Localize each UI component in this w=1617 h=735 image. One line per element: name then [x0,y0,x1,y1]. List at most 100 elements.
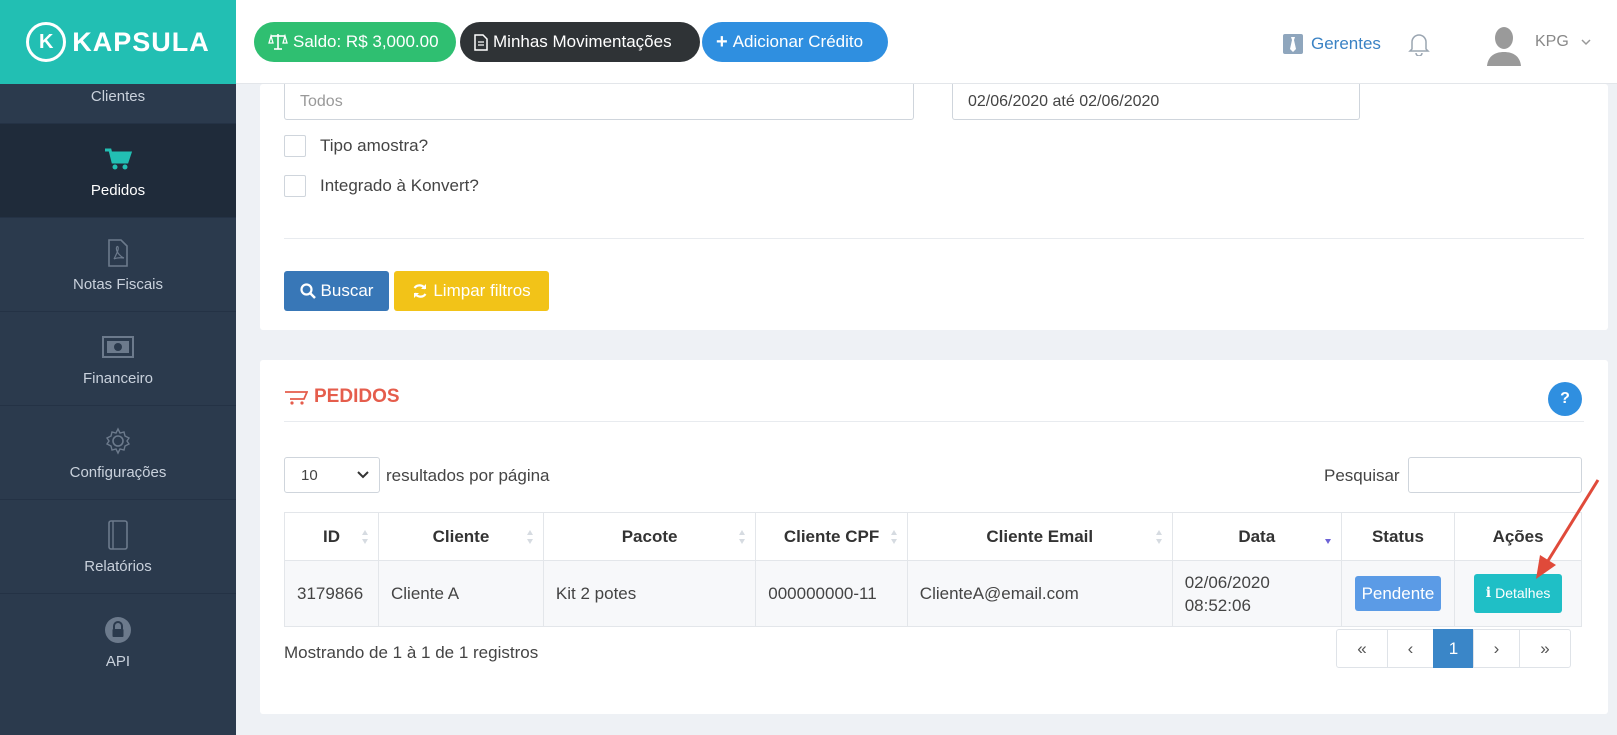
cell-data-time: 08:52:06 [1184,595,1251,615]
sidebar-item-label: Relatórios [84,558,152,575]
chevron-down-icon [1581,39,1591,46]
notebook-icon [107,518,129,552]
status-filter-input[interactable]: Todos [284,84,914,120]
pager-last-button[interactable]: » [1519,629,1571,668]
table-row[interactable]: 3179866 Cliente A Kit 2 potes 000000000-… [284,560,1582,627]
cell-email: ClienteA@email.com [906,560,1173,627]
pagination: « ‹ 1 › » [1336,629,1571,668]
column-label: ID [323,526,340,546]
brand-mark: K [26,22,67,62]
pager-page-button[interactable]: 1 [1433,629,1474,668]
sort-icon [890,530,897,544]
pager-first-button[interactable]: « [1336,629,1388,668]
saldo-label: Saldo: R$ 3,000.00 [293,32,439,51]
pdf-file-icon [107,236,129,270]
user-menu[interactable]: KPG [1535,33,1591,51]
column-header-cpf[interactable]: Cliente CPF [755,512,908,561]
detalhes-label: Detalhes [1495,585,1551,601]
sidebar-item-relatorios[interactable]: Relatórios [0,500,236,594]
filters-panel: Todos 02/06/2020 até 02/06/2020 Tipo amo… [260,84,1608,330]
page-size-select[interactable]: 10 [284,457,380,493]
column-label: Cliente Email [986,526,1094,546]
orders-table: ID Cliente Pacote Cliente CPF Cliente Em… [284,512,1582,627]
table-header-row: ID Cliente Pacote Cliente CPF Cliente Em… [284,512,1582,561]
avatar[interactable] [1486,24,1522,71]
pager-prev-button[interactable]: ‹ [1387,629,1434,668]
movimentacoes-button[interactable]: Minhas Movimentações [460,22,700,62]
top-bar: Saldo: R$ 3,000.00 Minhas Movimentações … [236,0,1617,84]
sort-desc-icon [1324,539,1331,544]
cell-pacote: Kit 2 potes [542,560,757,627]
sidebar-item-label: Configurações [69,464,167,481]
brand-logo[interactable]: K KAPSULA [0,0,236,84]
konvert-checkbox[interactable] [284,175,306,197]
bell-icon[interactable] [1408,32,1430,61]
adicionar-label: Adicionar Crédito [732,32,864,51]
sidebar-item-label: Pedidos [90,182,146,199]
column-header-status: Status [1340,512,1456,561]
cart-icon [284,388,308,406]
gear-icon [104,424,132,458]
cell-status: Pendente [1340,560,1456,627]
adicionar-credito-button[interactable]: + Adicionar Crédito [702,22,888,62]
search-icon [299,283,316,299]
sidebar: K KAPSULA Clientes Pedidos Notas Fiscais… [0,0,236,735]
status-badge: Pendente [1354,576,1442,611]
user-name: KPG [1535,33,1569,50]
sidebar-item-financeiro[interactable]: Financeiro [0,312,236,406]
column-label: Cliente CPF [783,526,880,546]
info-icon: i [1485,585,1492,601]
sidebar-item-clientes[interactable]: Clientes [0,84,236,124]
gerentes-link[interactable]: Gerentes [1283,34,1381,54]
cell-cpf: 000000000-11 [755,560,908,627]
column-label: Pacote [621,526,678,546]
column-header-cliente[interactable]: Cliente [378,512,544,561]
limpar-filtros-button[interactable]: Limpar filtros [394,271,549,311]
cell-cliente: Cliente A [378,560,544,627]
annotation-arrow-icon [1536,479,1600,579]
lock-icon [104,613,132,647]
scale-icon [268,33,288,51]
sort-icon [362,530,368,544]
cell-data: 02/06/2020 08:52:06 [1171,560,1342,627]
column-header-data[interactable]: Data [1171,512,1342,561]
date-range-input[interactable]: 02/06/2020 até 02/06/2020 [952,84,1360,120]
column-label: Data [1238,526,1276,546]
saldo-button[interactable]: Saldo: R$ 3,000.00 [254,22,456,62]
column-label: Status [1371,526,1424,546]
sidebar-item-label: Financeiro [82,370,154,387]
gerentes-label: Gerentes [1311,34,1381,53]
movimentacoes-label: Minhas Movimentações [493,32,672,51]
refresh-icon [412,283,428,299]
sidebar-item-api[interactable]: API [0,594,236,688]
limpar-label: Limpar filtros [433,281,531,300]
plus-icon: + [716,30,728,53]
divider [284,421,1584,422]
buscar-button[interactable]: Buscar [284,271,389,311]
per-page-label: resultados por página [386,466,550,485]
orders-title-text: PEDIDOS [314,386,400,407]
sidebar-item-notas-fiscais[interactable]: Notas Fiscais [0,218,236,312]
cell-data-date: 02/06/2020 [1184,572,1270,592]
sidebar-item-configuracoes[interactable]: Configurações [0,406,236,500]
konvert-label: Integrado à Konvert? [320,176,479,195]
sidebar-item-pedidos[interactable]: Pedidos [0,124,236,218]
column-header-email[interactable]: Cliente Email [906,512,1173,561]
buscar-label: Buscar [320,281,374,300]
konvert-checkbox-row[interactable]: Integrado à Konvert? [284,175,479,197]
money-icon [102,330,134,364]
help-button[interactable]: ? [1548,382,1582,416]
pager-next-button[interactable]: › [1473,629,1520,668]
column-header-pacote[interactable]: Pacote [542,512,757,561]
column-header-id[interactable]: ID [284,512,379,561]
search-label: Pesquisar [1324,466,1400,485]
sort-icon [526,530,533,544]
amostra-checkbox[interactable] [284,135,306,157]
divider [284,238,1584,239]
amostra-checkbox-row[interactable]: Tipo amostra? [284,135,428,157]
column-label: Cliente [432,526,490,546]
page-size-value: 10 [301,466,318,484]
cart-icon [104,142,132,176]
orders-title: PEDIDOS [284,386,400,408]
table-info: Mostrando de 1 à 1 de 1 registros [284,643,539,662]
